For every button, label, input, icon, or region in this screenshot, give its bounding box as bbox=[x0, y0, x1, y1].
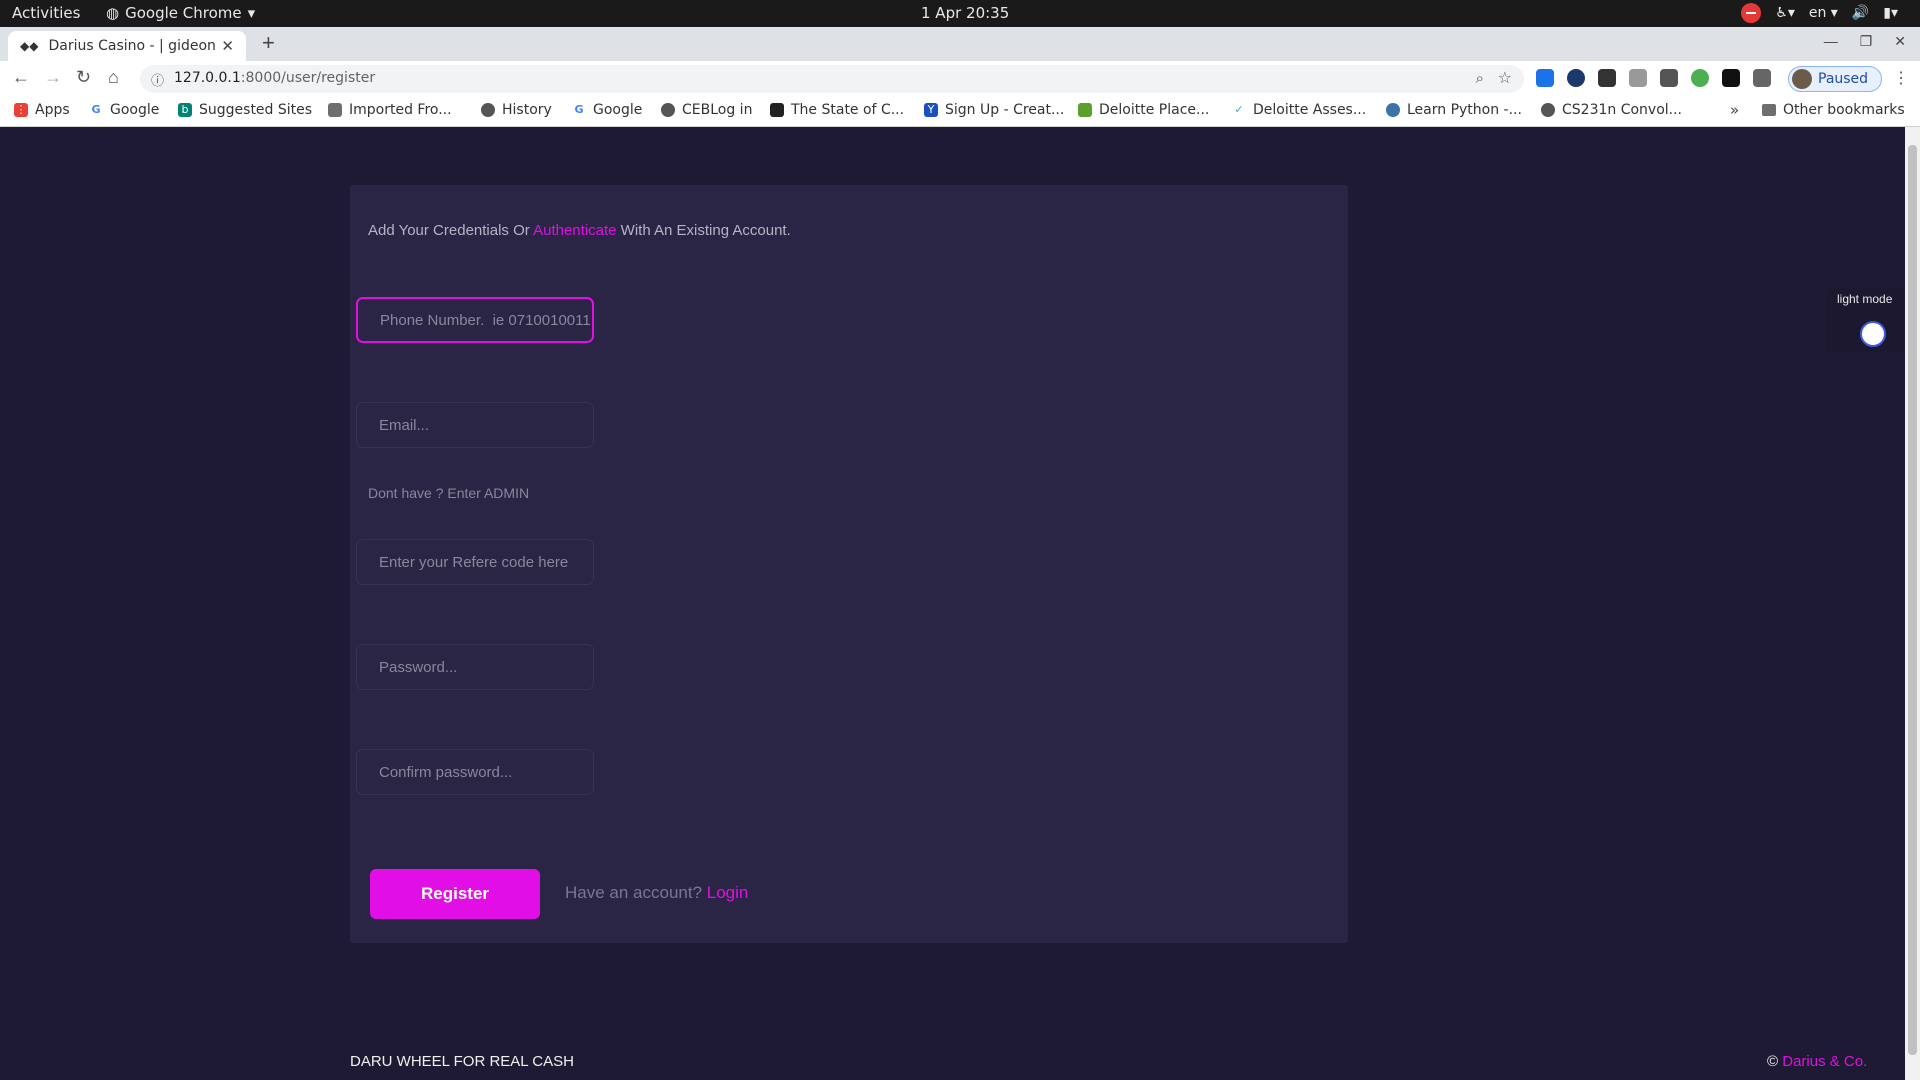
bookmark-ceblog[interactable]: CEBLog in bbox=[661, 102, 752, 118]
site-info-icon[interactable]: ⓘ bbox=[151, 70, 164, 89]
footer-tagline: DARU WHEEL FOR REAL CASH bbox=[350, 1053, 574, 1070]
page-scrollbar[interactable] bbox=[1905, 127, 1920, 1080]
forward-icon[interactable]: → bbox=[44, 67, 62, 88]
browser-toolbar: ← → ↻ ⌂ ⓘ 127.0.0.1:8000/user/register ⌕… bbox=[0, 61, 1920, 96]
globe-icon bbox=[481, 103, 495, 117]
restore-icon[interactable]: ❐ bbox=[1860, 33, 1873, 50]
scrollbar-thumb[interactable] bbox=[1908, 145, 1917, 1055]
back-icon[interactable]: ← bbox=[12, 67, 30, 88]
confirm-password-input[interactable] bbox=[356, 749, 594, 795]
accessibility-icon[interactable]: ♿▾ bbox=[1775, 5, 1795, 21]
chrome-icon: ◍ bbox=[106, 4, 120, 22]
avatar bbox=[1792, 69, 1812, 89]
volume-icon[interactable]: 🔊 bbox=[1852, 5, 1869, 21]
site-icon bbox=[770, 103, 784, 117]
admin-hint: Dont have ? Enter ADMIN bbox=[368, 485, 530, 501]
register-button[interactable]: Register bbox=[370, 869, 540, 919]
authenticate-link[interactable]: Authenticate bbox=[533, 222, 616, 239]
home-icon[interactable]: ⌂ bbox=[108, 67, 119, 88]
bookmark-apps[interactable]: ⋮ Apps bbox=[14, 102, 70, 118]
email-input[interactable] bbox=[356, 402, 594, 448]
other-bookmarks[interactable]: Other bookmarks bbox=[1762, 102, 1905, 118]
folder-icon bbox=[328, 103, 342, 117]
system-top-bar: Activities ◍ Google Chrome ▾ 1 Apr 20:35… bbox=[0, 0, 1920, 27]
theme-toggle-switch[interactable] bbox=[1860, 321, 1886, 347]
brand-link[interactable]: Darius & Co. bbox=[1782, 1053, 1867, 1070]
reload-icon[interactable]: ↻ bbox=[76, 67, 91, 88]
bookmark-cs231n[interactable]: CS231n Convol... bbox=[1541, 102, 1682, 118]
y-icon: Y bbox=[924, 103, 938, 117]
bookmark-google-2[interactable]: G Google bbox=[572, 102, 642, 118]
globe-icon bbox=[1541, 103, 1555, 117]
minimize-icon[interactable]: — bbox=[1824, 33, 1838, 50]
bookmark-history[interactable]: History bbox=[481, 102, 552, 118]
globe-icon bbox=[661, 103, 675, 117]
pocket-icon[interactable] bbox=[1660, 69, 1678, 87]
bookmark-google[interactable]: G Google bbox=[89, 102, 159, 118]
app-name: Google Chrome bbox=[125, 4, 242, 22]
bookmark-sign-up[interactable]: Y Sign Up - Creat... bbox=[924, 102, 1064, 118]
have-account-text: Have an account? Login bbox=[565, 883, 749, 902]
apps-grid-icon: ⋮ bbox=[14, 103, 28, 117]
phone-input[interactable] bbox=[356, 297, 594, 343]
bookmark-deloitte-asses[interactable]: ✓ Deloitte Asses... bbox=[1232, 102, 1366, 118]
extension-icon[interactable] bbox=[1536, 69, 1554, 87]
google-icon: G bbox=[574, 103, 584, 116]
profile-status: Paused bbox=[1818, 71, 1869, 87]
bookmark-imported[interactable]: Imported Fro... bbox=[328, 102, 452, 118]
check-icon: ✓ bbox=[1234, 103, 1244, 116]
activities-button[interactable]: Activities bbox=[12, 4, 80, 22]
bookmarks-bar: ⋮ Apps G Google b Suggested Sites Imported … bbox=[0, 96, 1920, 127]
battery-icon[interactable]: ▮▾ bbox=[1883, 5, 1898, 21]
window-controls: — ❐ ✕ bbox=[1824, 33, 1906, 50]
url-text[interactable]: 127.0.0.1:8000/user/register bbox=[174, 70, 375, 86]
bookmark-state-of[interactable]: The State of C... bbox=[770, 102, 904, 118]
intro-text: Add Your Credentials Or Authenticate Wit… bbox=[368, 222, 791, 239]
bookmark-deloitte-place[interactable]: Deloitte Place... bbox=[1078, 102, 1209, 118]
extension-icon[interactable] bbox=[1691, 69, 1709, 87]
google-icon: G bbox=[91, 103, 101, 116]
tab-title: Darius Casino - | gideongi bbox=[48, 38, 216, 54]
extension-icon[interactable] bbox=[1567, 69, 1585, 87]
login-link[interactable]: Login bbox=[707, 883, 749, 902]
browser-tab[interactable]: ◆◆ Darius Casino - | gideongi ✕ bbox=[8, 31, 246, 61]
referral-code-input[interactable] bbox=[356, 539, 594, 585]
camera-icon[interactable] bbox=[1629, 69, 1647, 87]
footer-copyright: © Darius & Co. bbox=[1767, 1053, 1868, 1070]
clock[interactable]: 1 Apr 20:35 bbox=[921, 4, 1009, 22]
do-not-disturb-icon[interactable] bbox=[1741, 3, 1762, 23]
bing-icon: b bbox=[178, 103, 192, 117]
tab-strip: ◆◆ Darius Casino - | gideongi ✕ + — ❐ ✕ bbox=[0, 27, 1920, 61]
more-bookmarks-button[interactable]: » bbox=[1730, 101, 1739, 119]
app-menu[interactable]: ◍ Google Chrome ▾ bbox=[106, 4, 255, 22]
extension-icon[interactable] bbox=[1722, 69, 1740, 87]
profile-button[interactable]: Paused bbox=[1788, 66, 1882, 92]
theme-toggle-label: light mode bbox=[1837, 292, 1893, 306]
system-tray[interactable]: ♿▾ en ▾ 🔊 ▮▾ bbox=[1741, 3, 1898, 23]
close-tab-icon[interactable]: ✕ bbox=[221, 37, 234, 55]
new-tab-button[interactable]: + bbox=[262, 30, 275, 56]
python-icon bbox=[1386, 103, 1400, 117]
extensions-area bbox=[1536, 69, 1771, 87]
password-input[interactable] bbox=[356, 644, 594, 690]
bookmark-learn-python[interactable]: Learn Python -... bbox=[1386, 102, 1522, 118]
puzzle-icon[interactable] bbox=[1753, 69, 1771, 87]
address-bar[interactable]: ⓘ 127.0.0.1:8000/user/register ⌕ ☆ bbox=[140, 65, 1524, 93]
theme-toggle-panel: light mode bbox=[1826, 288, 1904, 353]
language-indicator[interactable]: en ▾ bbox=[1809, 5, 1838, 21]
site-icon bbox=[1078, 103, 1092, 117]
chevron-down-icon: ▾ bbox=[247, 4, 256, 22]
extension-icon[interactable] bbox=[1598, 69, 1616, 87]
menu-kebab-icon[interactable]: ⋮ bbox=[1893, 68, 1909, 88]
close-window-icon[interactable]: ✕ bbox=[1894, 33, 1906, 50]
bookmark-star-icon[interactable]: ☆ bbox=[1498, 68, 1512, 87]
bookmark-suggested-sites[interactable]: b Suggested Sites bbox=[178, 102, 312, 118]
folder-icon bbox=[1762, 104, 1776, 116]
tab-favicon-icon: ◆◆ bbox=[20, 39, 39, 53]
zoom-icon[interactable]: ⌕ bbox=[1476, 69, 1484, 87]
